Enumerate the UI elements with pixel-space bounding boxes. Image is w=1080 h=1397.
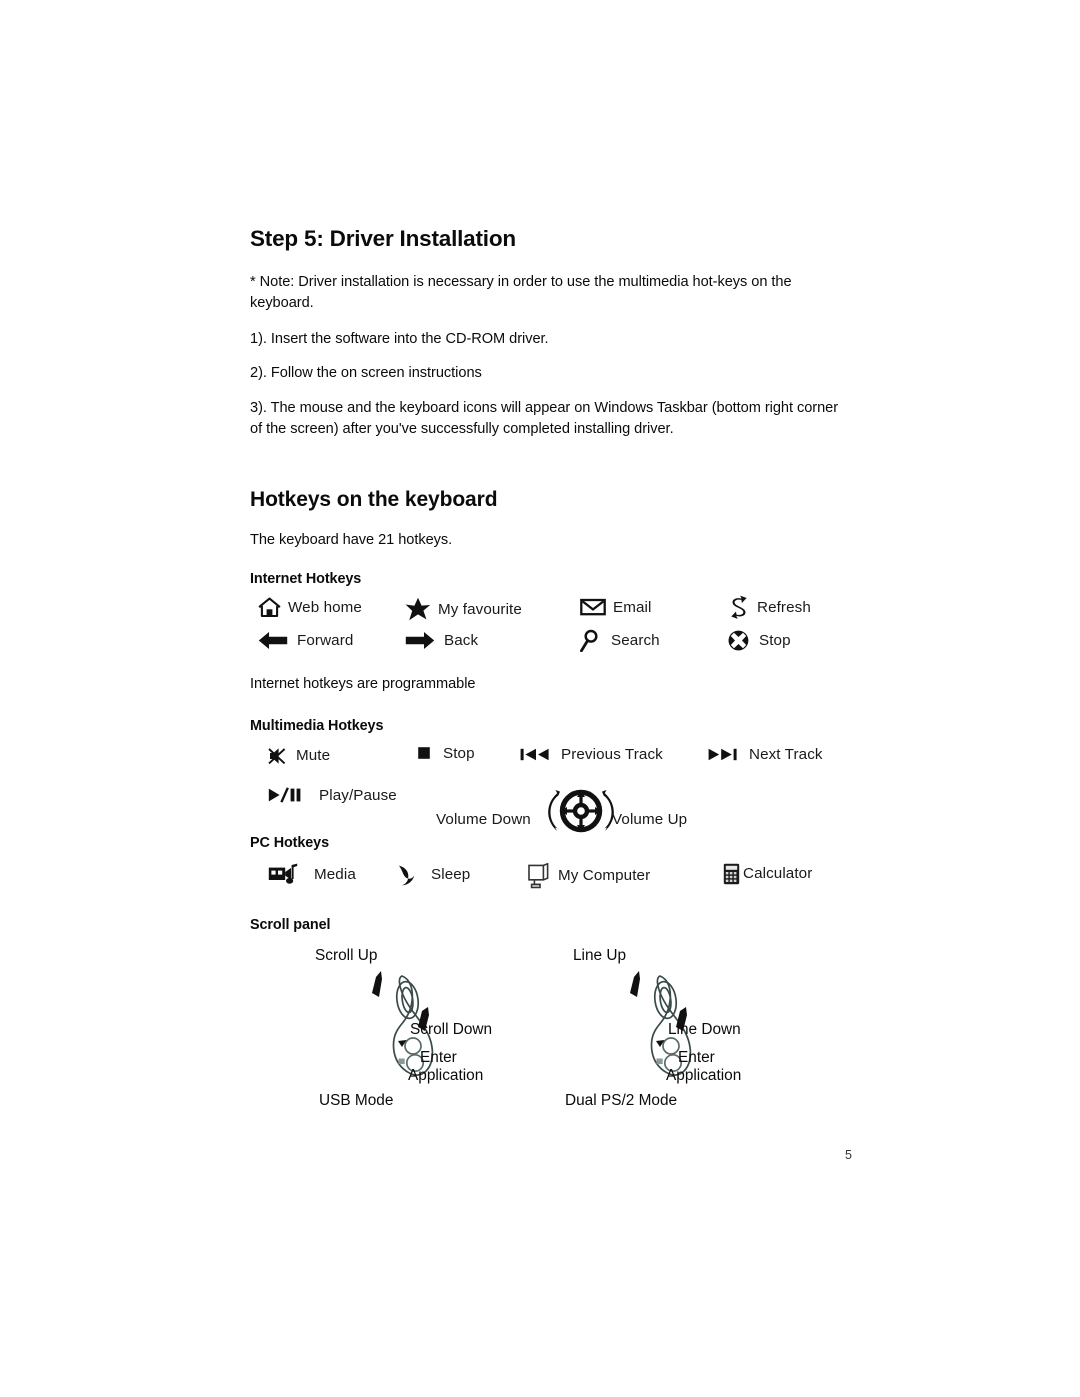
- stop-circle-x-icon: [728, 630, 749, 651]
- stop-square-icon: [417, 746, 431, 760]
- hotkey-label: Next Track: [749, 745, 823, 763]
- hotkey-calculator[interactable]: Calculator: [723, 863, 812, 885]
- hotkey-label: Back: [444, 632, 479, 650]
- line-up-label: Line Up: [573, 946, 627, 964]
- hotkey-label: Email: [613, 598, 652, 616]
- mute-speaker-icon: [266, 745, 288, 767]
- volume-dial-icon: [548, 786, 614, 836]
- page-title: Step 5: Driver Installation: [250, 226, 516, 251]
- pc-hotkeys-row: Media Sleep My Computer Calculator: [250, 862, 840, 901]
- home-icon: [258, 597, 281, 618]
- hotkey-forward[interactable]: Forward: [258, 631, 353, 650]
- moon-icon: [393, 863, 417, 887]
- hotkey-label: Stop: [759, 632, 791, 650]
- envelope-icon: [580, 597, 606, 617]
- step-2: 2). Follow the on screen instructions: [250, 365, 482, 382]
- hotkey-previous-track[interactable]: Previous Track: [520, 746, 663, 763]
- hotkey-label: Play/Pause: [319, 786, 397, 804]
- internet-hotkeys-row-1: Web home My favourite Email Refresh: [250, 595, 840, 629]
- internet-hotkeys-section: Internet Hotkeys Web home My favourite E…: [250, 571, 840, 695]
- enter-label: Enter: [420, 1048, 457, 1066]
- hotkey-sleep[interactable]: Sleep: [393, 863, 470, 887]
- hotkey-next-track[interactable]: Next Track: [708, 746, 823, 763]
- hotkey-search[interactable]: Search: [580, 629, 660, 653]
- hotkey-label: My Computer: [558, 867, 651, 885]
- hotkey-mute[interactable]: Mute: [266, 745, 330, 767]
- hotkey-label: Refresh: [757, 598, 811, 616]
- calculator-icon: [723, 863, 740, 885]
- step-3: 3). The mouse and the keyboard icons wil…: [250, 399, 839, 438]
- page-content: Step 5: Driver Installation * Note: Driv…: [250, 225, 840, 1112]
- volume-down-label: Volume Down: [436, 810, 531, 828]
- volume-dial[interactable]: [548, 786, 614, 836]
- hotkeys-intro: The keyboard have 21 hotkeys.: [250, 531, 453, 548]
- hotkey-web-home[interactable]: Web home: [258, 597, 362, 618]
- hotkey-label: Search: [611, 632, 660, 650]
- hotkey-refresh[interactable]: Refresh: [728, 595, 811, 620]
- refresh-icon: [728, 595, 750, 620]
- scroll-panel-section: Scroll panel Scroll Up Scroll Down Enter…: [250, 917, 840, 1112]
- volume-up-label-group: Volume Up: [612, 811, 687, 828]
- application-label: Application: [408, 1066, 484, 1084]
- previous-track-icon: [520, 747, 550, 762]
- hotkey-stop[interactable]: Stop: [728, 630, 791, 651]
- scroll-up-label: Scroll Up: [315, 946, 378, 964]
- driver-note: * Note: Driver installation is necessary…: [250, 274, 792, 312]
- volume-up-label: Volume Up: [612, 810, 688, 828]
- volume-down-label-group: Volume Down: [436, 811, 531, 828]
- next-track-icon: [708, 747, 738, 762]
- multimedia-hotkeys-row-1: Mute Stop Previous Track Next Track: [250, 745, 840, 781]
- hotkey-label: Stop: [443, 744, 475, 762]
- hotkey-label: Mute: [296, 747, 331, 765]
- monitor-icon: [527, 862, 550, 889]
- scroll-panel-diagrams: Scroll Up Scroll Down Enter Application …: [250, 947, 840, 1112]
- ps2-mode-label: Dual PS/2 Mode: [565, 1091, 678, 1109]
- hotkey-label: Media: [314, 866, 356, 884]
- hotkey-label: Sleep: [431, 866, 471, 884]
- multimedia-hotkeys-section: Multimedia Hotkeys Mute Stop Previous Tr…: [250, 718, 840, 837]
- hotkey-media-stop[interactable]: Stop: [417, 745, 475, 762]
- hotkey-back[interactable]: Back: [405, 631, 478, 650]
- scroll-panel-heading: Scroll panel: [250, 916, 331, 933]
- internet-hotkeys-row-2: Forward Back Search Stop: [250, 629, 840, 662]
- media-camera-icon: [268, 863, 298, 887]
- pc-hotkeys-section: PC Hotkeys Media Sleep My Computer Calcu…: [250, 835, 840, 901]
- page-number: 5: [845, 1148, 852, 1162]
- hotkey-my-favourite[interactable]: My favourite: [405, 597, 522, 621]
- hotkey-label: Web home: [288, 599, 362, 617]
- scroll-down-label: Scroll Down: [410, 1020, 493, 1038]
- document-page: Step 5: Driver Installation * Note: Driv…: [0, 0, 1080, 1397]
- line-down-label: Line Down: [668, 1020, 741, 1038]
- hotkey-label: Calculator: [743, 865, 813, 883]
- usb-mode-label: USB Mode: [319, 1091, 394, 1109]
- magnifier-icon: [580, 629, 600, 653]
- arrow-right-icon: [405, 631, 435, 650]
- hotkey-my-computer[interactable]: My Computer: [527, 862, 651, 889]
- internet-hotkeys-heading: Internet Hotkeys: [250, 571, 362, 588]
- hotkey-media[interactable]: Media: [268, 863, 356, 887]
- hotkey-label: Previous Track: [561, 745, 663, 763]
- hotkeys-heading: Hotkeys on the keyboard: [250, 487, 498, 511]
- application-label: Application: [666, 1066, 742, 1084]
- hotkey-email[interactable]: Email: [580, 597, 651, 617]
- step-1: 1). Insert the software into the CD-ROM …: [250, 330, 549, 347]
- arrow-left-icon: [258, 631, 288, 650]
- hotkey-label: My favourite: [438, 600, 522, 618]
- enter-label: Enter: [678, 1048, 715, 1066]
- hotkey-play-pause[interactable]: Play/Pause: [268, 787, 397, 804]
- star-icon: [405, 597, 431, 621]
- multimedia-hotkeys-row-2: Play/Pause Volume Down Volume Up: [250, 781, 840, 837]
- multimedia-hotkeys-heading: Multimedia Hotkeys: [250, 717, 384, 734]
- pc-hotkeys-heading: PC Hotkeys: [250, 834, 329, 851]
- play-pause-icon: [268, 787, 306, 803]
- internet-hotkeys-note: Internet hotkeys are programmable: [250, 676, 476, 693]
- hotkey-label: Forward: [297, 632, 354, 650]
